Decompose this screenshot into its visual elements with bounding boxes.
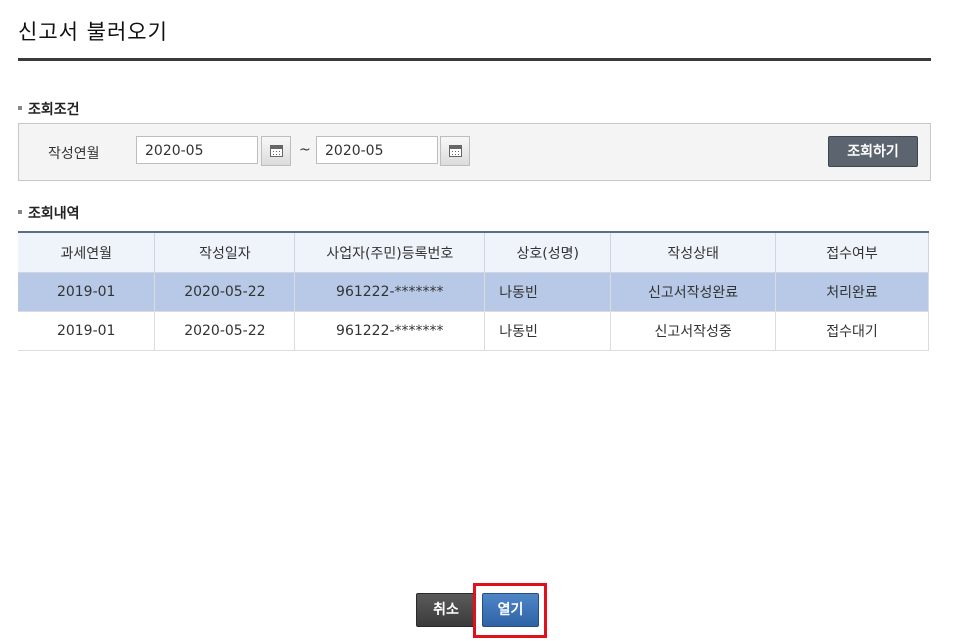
open-button[interactable]: 열기 [482, 593, 539, 627]
results-section-text: 조회내역 [28, 206, 80, 222]
table-cell: 2019-01 [18, 272, 156, 312]
table-cell: 961222-******* [294, 272, 486, 312]
column-header: 상호(성명) [484, 231, 612, 273]
table-cell: 961222-******* [294, 311, 486, 351]
from-date-input[interactable]: 2020-05 [136, 136, 258, 164]
table-row[interactable]: 2019-01 2020-05-22 961222-******* 나동빈 신고… [18, 311, 929, 351]
table-cell: 처리완료 [775, 272, 929, 312]
column-header: 과세연월 [18, 231, 156, 273]
from-calendar-button[interactable] [261, 136, 291, 166]
column-header: 작성상태 [610, 231, 777, 273]
date-range-separator: ~ [299, 142, 311, 158]
table-cell: 접수대기 [775, 311, 929, 351]
results-table: 과세연월 작성일자 사업자(주민)등록번호 상호(성명) 작성상태 접수여부 2… [18, 231, 929, 351]
search-section-text: 조회조건 [28, 102, 80, 118]
date-label: 작성연월 [48, 146, 100, 162]
table-header-row: 과세연월 작성일자 사업자(주민)등록번호 상호(성명) 작성상태 접수여부 [18, 231, 929, 273]
title-divider [18, 58, 931, 61]
to-calendar-button[interactable] [440, 136, 470, 166]
calendar-icon [449, 145, 462, 157]
column-header: 접수여부 [775, 231, 929, 273]
table-cell: 신고서작성중 [610, 311, 777, 351]
column-header: 작성일자 [154, 231, 296, 273]
table-cell: 2020-05-22 [154, 272, 296, 312]
bullet-icon [18, 210, 22, 214]
column-header: 사업자(주민)등록번호 [294, 231, 486, 273]
bullet-icon [18, 106, 22, 110]
results-section-label: 조회내역 [18, 203, 80, 223]
search-section-label: 조회조건 [18, 99, 80, 119]
table-cell: 2019-01 [18, 311, 156, 351]
table-cell: 나동빈 [484, 311, 612, 351]
to-date-input[interactable]: 2020-05 [316, 136, 438, 164]
search-button[interactable]: 조회하기 [828, 136, 918, 167]
table-cell: 나동빈 [484, 272, 612, 312]
table-cell: 2020-05-22 [154, 311, 296, 351]
search-panel: 작성연월 2020-05 ~ 2020-05 조회하기 [18, 123, 931, 181]
table-cell: 신고서작성완료 [610, 272, 777, 312]
table-row[interactable]: 2019-01 2020-05-22 961222-******* 나동빈 신고… [18, 272, 929, 312]
calendar-icon [270, 145, 283, 157]
cancel-button[interactable]: 취소 [416, 593, 476, 627]
page-title: 신고서 불러오기 [18, 20, 168, 44]
